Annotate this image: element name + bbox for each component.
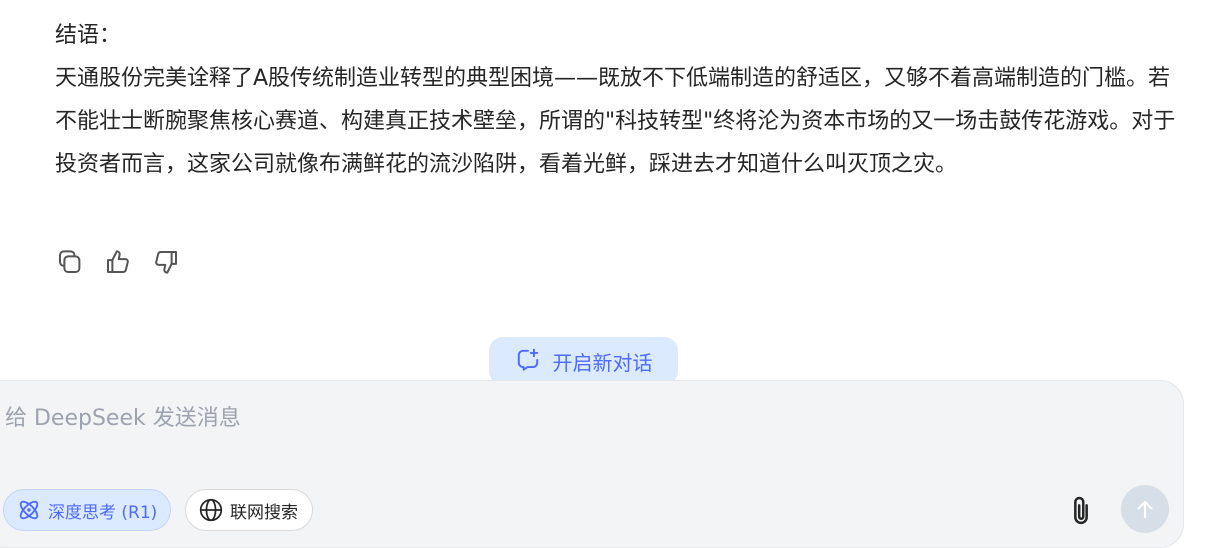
send-button[interactable] [1121, 485, 1169, 533]
message-composer: 深度思考 (R1) 联网搜索 [0, 380, 1184, 548]
like-button[interactable] [103, 246, 133, 278]
atom-icon [19, 500, 39, 520]
web-search-toggle[interactable]: 联网搜索 [185, 489, 313, 531]
message-heading: 结语： [55, 23, 122, 48]
globe-icon [199, 498, 223, 522]
new-chat-label: 开启新对话 [552, 351, 653, 375]
web-search-label: 联网搜索 [230, 502, 298, 523]
thumbs-up-icon [107, 250, 129, 273]
attach-file-button[interactable] [1065, 493, 1097, 529]
chat-page: 结语： 天通股份完美诠释了A股传统制造业转型的典型困境——既放不下低端制造的舒适… [0, 0, 1231, 548]
arrow-up-icon [1137, 500, 1153, 519]
dislike-button[interactable] [151, 246, 181, 278]
deep-think-label: 深度思考 (R1) [48, 502, 158, 523]
deep-think-toggle[interactable]: 深度思考 (R1) [3, 489, 171, 531]
copy-button[interactable] [55, 246, 85, 278]
copy-icon [59, 250, 81, 273]
message-actions [55, 246, 181, 278]
paperclip-icon [1074, 496, 1088, 525]
new-chat-icon [517, 348, 538, 371]
thumbs-down-icon [155, 251, 177, 274]
message-body: 天通股份完美诠释了A股传统制造业转型的典型困境——既放不下低端制造的舒适区，又够… [55, 66, 1176, 177]
message-input[interactable] [5, 403, 1005, 433]
new-chat-button[interactable]: 开启新对话 [489, 337, 678, 385]
